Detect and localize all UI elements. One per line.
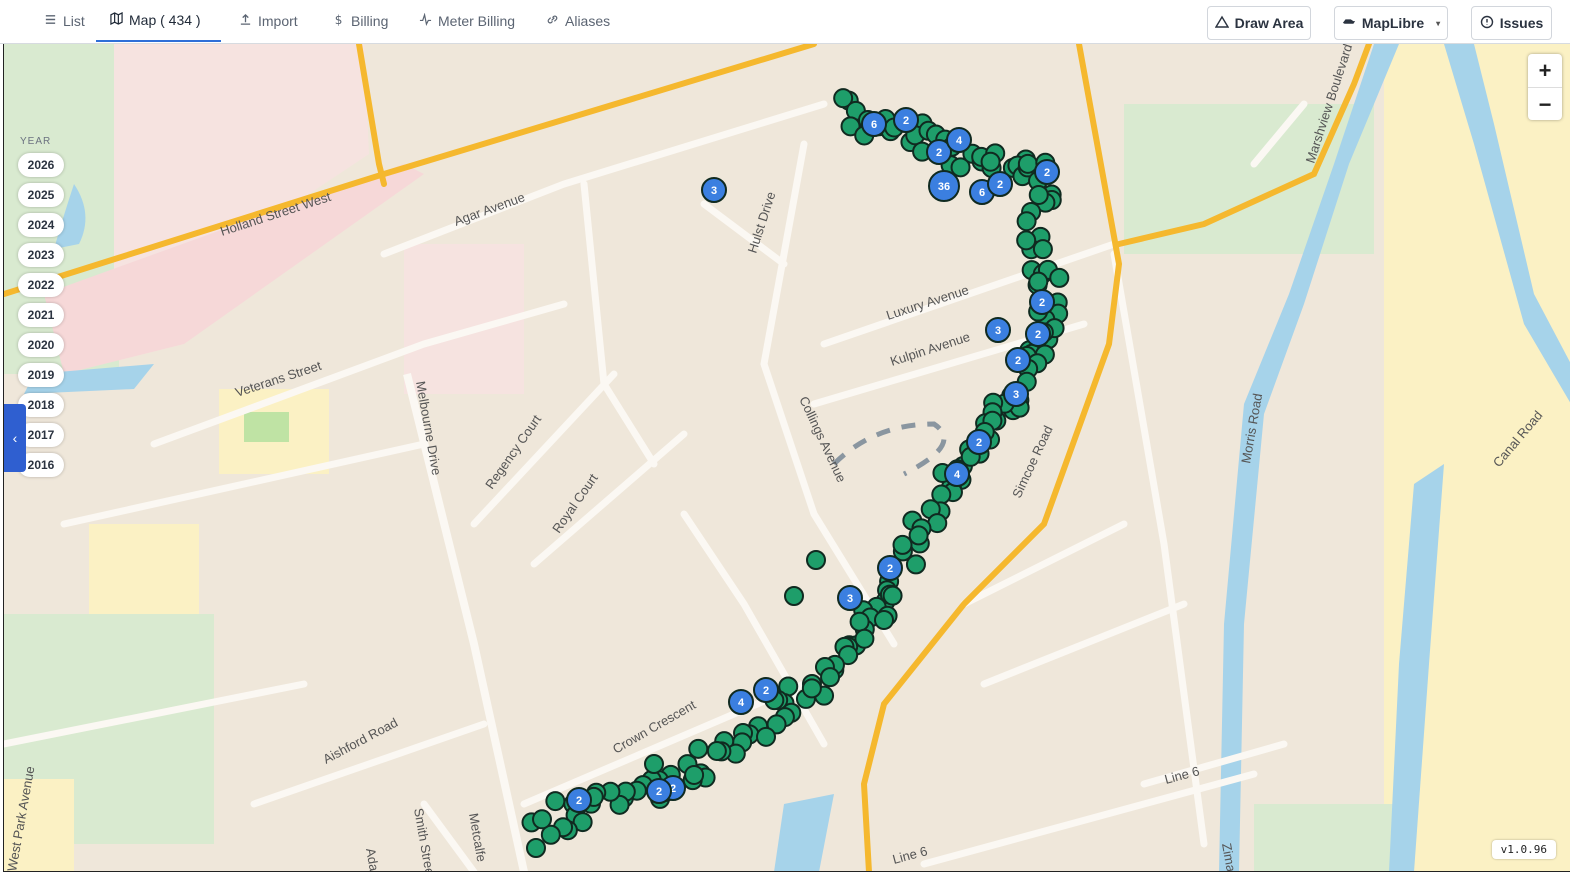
tab-label: Billing: [351, 13, 389, 29]
version-badge: v1.0.96: [1491, 840, 1556, 859]
cluster-count: 2: [903, 115, 909, 127]
year-chip-2026[interactable]: 2026: [18, 153, 64, 177]
alert-circle-icon: [1480, 15, 1494, 32]
upload-icon: [239, 13, 252, 29]
tab-map[interactable]: Map ( 434 ): [96, 0, 221, 42]
meter-marker[interactable]: [849, 611, 870, 632]
cluster-count: 2: [1035, 329, 1041, 341]
meter-marker[interactable]: [784, 586, 804, 606]
cluster-count: 2: [976, 437, 982, 449]
cluster-count: 2: [1044, 167, 1050, 179]
draw-area-label: Draw Area: [1234, 15, 1304, 31]
caret-down-icon: ▾: [1436, 18, 1441, 28]
cluster-count: 2: [887, 563, 893, 575]
tab-label: Import: [258, 13, 298, 29]
maplibre-icon: [1342, 15, 1356, 32]
meter-marker[interactable]: [1016, 211, 1037, 232]
cluster-count: 3: [1013, 389, 1019, 401]
tab-billing[interactable]: $ Billing: [318, 0, 402, 42]
meter-marker[interactable]: [684, 764, 705, 785]
year-chip-2022[interactable]: 2022: [18, 273, 64, 297]
tab-label: List: [63, 13, 85, 29]
meter-marker[interactable]: [905, 554, 926, 575]
year-chip-2023[interactable]: 2023: [18, 243, 64, 267]
map-engine-label: MapLibre: [1361, 15, 1425, 31]
meter-marker[interactable]: [980, 151, 1001, 172]
map-icon: [110, 11, 123, 28]
meter-marker[interactable]: [806, 550, 826, 570]
year-chip-2021[interactable]: 2021: [18, 303, 64, 327]
meter-marker[interactable]: [1028, 184, 1049, 205]
zoom-out-button[interactable]: −: [1528, 88, 1562, 121]
cluster-count: 4: [956, 135, 963, 147]
cluster-count: 2: [997, 179, 1003, 191]
year-chip-2024[interactable]: 2024: [18, 213, 64, 237]
tab-label: Aliases: [565, 13, 611, 29]
cluster-count: 3: [847, 593, 853, 605]
top-navigation-bar: List Map ( 434 ) Import $ Billing Meter …: [0, 0, 1570, 44]
cluster-count: 2: [936, 147, 942, 159]
svg-text:$: $: [335, 13, 343, 26]
tab-list[interactable]: List: [30, 0, 99, 42]
meter-marker[interactable]: [756, 726, 777, 747]
tab-label: Meter Billing: [438, 13, 516, 29]
tab-import[interactable]: Import: [225, 0, 312, 42]
meter-marker[interactable]: [706, 740, 727, 761]
cluster-count: 2: [656, 786, 662, 798]
cluster-count: 6: [979, 187, 985, 199]
meter-marker[interactable]: [1016, 230, 1037, 251]
meter-marker[interactable]: [854, 628, 875, 649]
meter-marker[interactable]: [874, 610, 894, 630]
meter-marker[interactable]: [892, 534, 913, 555]
link-icon: [546, 13, 559, 29]
cluster-count: 2: [576, 795, 582, 807]
meter-marker[interactable]: [644, 754, 664, 774]
zoom-control: + −: [1528, 54, 1562, 120]
year-filter-label: YEAR: [20, 136, 52, 147]
meter-marker[interactable]: [526, 838, 546, 858]
triangle-icon: [1214, 15, 1229, 32]
meter-marker[interactable]: [1032, 239, 1053, 260]
cluster-count: 2: [1039, 297, 1045, 309]
cluster-count: 4: [954, 469, 961, 481]
meter-marker[interactable]: [882, 585, 903, 606]
cluster-count: 2: [1015, 355, 1021, 367]
tab-label: Map ( 434 ): [129, 12, 201, 28]
cluster-count: 3: [711, 185, 717, 197]
cluster-count: 3: [995, 325, 1001, 337]
cluster-count: 6: [871, 119, 877, 131]
issues-label: Issues: [1499, 15, 1544, 31]
zoom-in-button[interactable]: +: [1528, 54, 1562, 88]
year-chip-2020[interactable]: 2020: [18, 333, 64, 357]
meter-marker[interactable]: [545, 791, 566, 812]
list-icon: [44, 13, 57, 29]
activity-icon: [419, 12, 432, 29]
cluster-count: 36: [938, 181, 950, 193]
cluster-count: 2: [763, 685, 769, 697]
year-chip-2019[interactable]: 2019: [18, 363, 64, 387]
meter-marker[interactable]: [532, 809, 553, 830]
meter-marker[interactable]: [908, 525, 929, 546]
dollar-icon: $: [332, 13, 345, 29]
panel-toggle-handle[interactable]: ‹: [4, 404, 26, 472]
cluster-count: 4: [738, 697, 745, 709]
basemap: Holland Street West Agar Avenue Hulst Dr…: [4, 44, 1570, 871]
tab-meter-billing[interactable]: Meter Billing: [405, 0, 529, 42]
meter-marker[interactable]: [820, 667, 841, 688]
map-engine-dropdown[interactable]: MapLibre ▾: [1334, 6, 1448, 40]
year-chip-2025[interactable]: 2025: [18, 183, 64, 207]
year-filter: YEAR 2026 2025 2024 2023 2022 2021 2020 …: [18, 136, 78, 483]
draw-area-button[interactable]: Draw Area: [1207, 6, 1311, 40]
issues-button[interactable]: Issues: [1471, 6, 1552, 40]
meter-marker[interactable]: [1049, 267, 1070, 288]
meter-marker[interactable]: [1028, 271, 1049, 292]
meter-marker[interactable]: [801, 678, 822, 699]
tab-aliases[interactable]: Aliases: [532, 0, 624, 42]
chevron-left-icon: ‹: [12, 430, 18, 446]
map-canvas[interactable]: Holland Street West Agar Avenue Hulst Dr…: [3, 44, 1570, 872]
